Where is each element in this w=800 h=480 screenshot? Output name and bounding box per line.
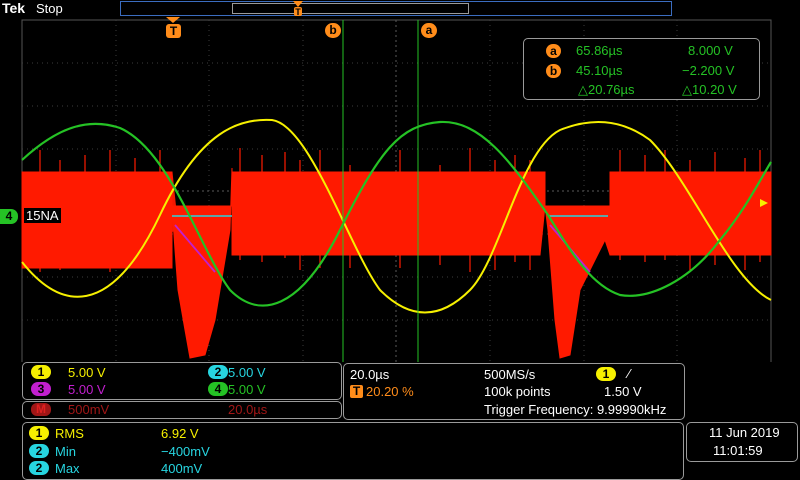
ref-waveform-label: 15NA: [24, 208, 61, 223]
ch3-scale: 5.00 V: [68, 382, 106, 397]
cursor-b-value: −2.200 V: [682, 63, 735, 78]
meas3-value: 400mV: [161, 461, 203, 476]
trigger-position: 20.20 %: [366, 384, 414, 399]
brand-logo: Tek: [2, 0, 26, 16]
datetime-panel: 11 Jun 2019 11:01:59: [686, 422, 798, 462]
ch2-badge[interactable]: 2: [208, 365, 228, 379]
math-badge[interactable]: M: [31, 403, 51, 416]
ch3-badge[interactable]: 3: [31, 382, 51, 396]
cursor-a-value: 8.000 V: [688, 43, 733, 58]
ch1-badge[interactable]: 1: [31, 365, 51, 379]
record-view-window[interactable]: [232, 3, 469, 14]
trigger-slope-icon: ⁄: [628, 366, 631, 381]
cursor-b-time: 45.10µs: [576, 63, 623, 78]
date-display: 11 Jun 2019: [709, 425, 780, 440]
cursor-a-time: 65.86µs: [576, 43, 623, 58]
meas3-channel-badge: 2: [29, 461, 49, 475]
math-timebase: 20.0µs: [228, 402, 268, 417]
trigger-position-icon: T: [350, 385, 363, 398]
ch-red-trace: [21, 167, 772, 359]
record-length: 100k points: [484, 384, 551, 399]
horizontal-trigger-panel[interactable]: 20.0µs 500MS/s 1 ⁄ T 20.20 % 100k points…: [343, 363, 685, 420]
cursor-a-icon: a: [546, 44, 561, 58]
meas3-name: Max: [55, 461, 80, 476]
meas2-value: −400mV: [161, 444, 210, 459]
ch4-scale: 5.00 V: [228, 382, 266, 397]
time-display: 11:01:59: [713, 443, 763, 458]
meas2-name: Min: [55, 444, 76, 459]
cursor-readout-panel: a 65.86µs 8.000 V b 45.10µs −2.200 V △20…: [523, 38, 760, 100]
cursor-b-icon: b: [546, 64, 561, 78]
meas2-channel-badge: 2: [29, 444, 49, 458]
ch2-scale: 5.00 V: [228, 365, 266, 380]
acquisition-state[interactable]: Stop: [36, 1, 63, 16]
cursor-delta-time: △20.76µs: [578, 82, 635, 97]
meas1-value: 6.92 V: [161, 426, 199, 441]
meas1-channel-badge: 1: [29, 426, 49, 440]
ch4-badge[interactable]: 4: [208, 382, 228, 396]
math-scale: 500mV: [68, 402, 110, 417]
ch1-scale: 5.00 V: [68, 365, 106, 380]
math-panel[interactable]: M 500mV 20.0µs: [22, 401, 342, 419]
sample-rate: 500MS/s: [484, 367, 536, 382]
cursor-b-marker[interactable]: b: [325, 23, 341, 38]
meas1-name: RMS: [55, 426, 84, 441]
cursor-a-marker[interactable]: a: [421, 23, 437, 38]
record-trigger-icon: T: [293, 1, 303, 17]
trigger-position-badge[interactable]: T: [166, 24, 181, 38]
trigger-frequency: Trigger Frequency: 9.99990kHz: [484, 402, 667, 417]
trigger-level: 1.50 V: [604, 384, 642, 399]
time-scale: 20.0µs: [350, 367, 390, 382]
trigger-source-badge[interactable]: 1: [596, 367, 616, 381]
channel-scale-panel[interactable]: 1 5.00 V 2 5.00 V 3 5.00 V 4 5.00 V: [22, 362, 342, 400]
svg-text:T: T: [295, 7, 301, 17]
cursor-delta-value: △10.20 V: [682, 82, 737, 97]
ch4-ground-marker[interactable]: 4: [0, 209, 18, 224]
measurement-panel[interactable]: 1 RMS 6.92 V 2 Min −400mV 2 Max 400mV: [22, 422, 684, 480]
